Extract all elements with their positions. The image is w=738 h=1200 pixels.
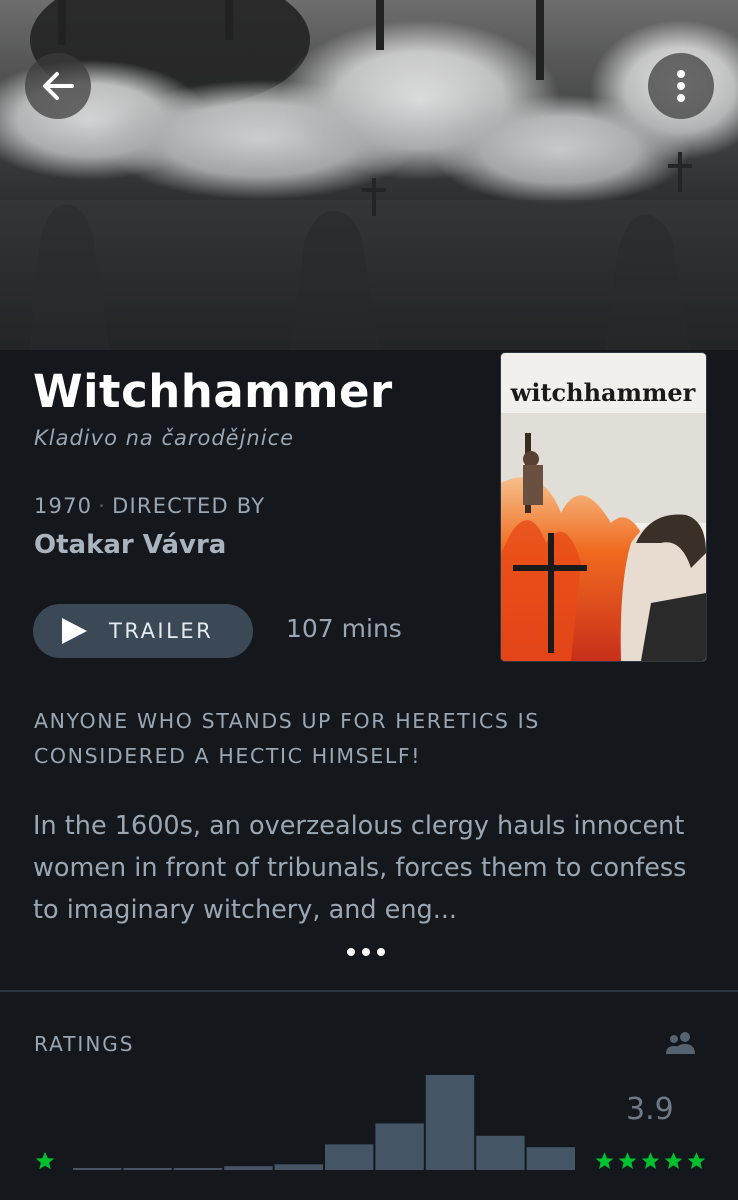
section-divider (0, 990, 738, 992)
film-poster[interactable]: witchhammer (500, 352, 707, 662)
star-icon (595, 1152, 614, 1169)
film-title: Witchhammer (33, 365, 393, 418)
film-meta: 1970 · DIRECTED BY (34, 494, 265, 518)
tagline: ANYONE WHO STANDS UP FOR HERETICS IS CON… (34, 709, 540, 768)
synopsis[interactable]: In the 1600s, an overzealous clergy haul… (33, 805, 713, 931)
histogram-bar[interactable] (73, 1168, 122, 1170)
ellipsis-dot (347, 948, 355, 956)
backdrop-image (0, 0, 738, 350)
arrow-left-icon (43, 72, 74, 100)
histogram-bar[interactable] (425, 1075, 475, 1170)
histogram-bar[interactable] (173, 1168, 223, 1170)
ellipsis-dot (377, 948, 385, 956)
more-vertical-icon (677, 70, 685, 102)
ellipsis-dot (362, 948, 370, 956)
ratings-heading: RATINGS (34, 1032, 135, 1056)
histogram-bar[interactable] (476, 1135, 525, 1170)
star-icon (664, 1152, 683, 1169)
play-icon (62, 618, 87, 644)
separator-dot: · (98, 494, 107, 518)
people-icon[interactable] (664, 1030, 698, 1058)
histogram-bar[interactable] (224, 1166, 273, 1170)
high-rating-stars (594, 1150, 707, 1172)
release-year[interactable]: 1970 (34, 494, 92, 518)
star-icon (618, 1152, 637, 1169)
trailer-button[interactable]: TRAILER (33, 604, 253, 658)
more-options-button[interactable] (648, 53, 714, 119)
runtime: 107 mins (286, 614, 402, 643)
low-rating-star-icon (34, 1150, 56, 1176)
histogram-bar[interactable] (274, 1164, 323, 1170)
histogram-bar[interactable] (325, 1144, 374, 1170)
directed-by-label: DIRECTED BY (112, 494, 266, 518)
original-title: Kladivo na čarodějnice (34, 426, 295, 450)
average-rating[interactable]: 3.9 (626, 1092, 674, 1127)
poster-title: witchhammer (510, 378, 696, 407)
star-icon (641, 1152, 660, 1169)
histogram-bar[interactable] (526, 1147, 575, 1170)
trailer-label: TRAILER (109, 619, 214, 643)
back-button[interactable] (25, 53, 91, 119)
expand-synopsis-button[interactable] (347, 948, 385, 956)
histogram-bar[interactable] (123, 1168, 172, 1170)
histogram-bar[interactable] (375, 1123, 424, 1170)
star-icon (687, 1152, 706, 1169)
director-link[interactable]: Otakar Vávra (34, 530, 226, 560)
